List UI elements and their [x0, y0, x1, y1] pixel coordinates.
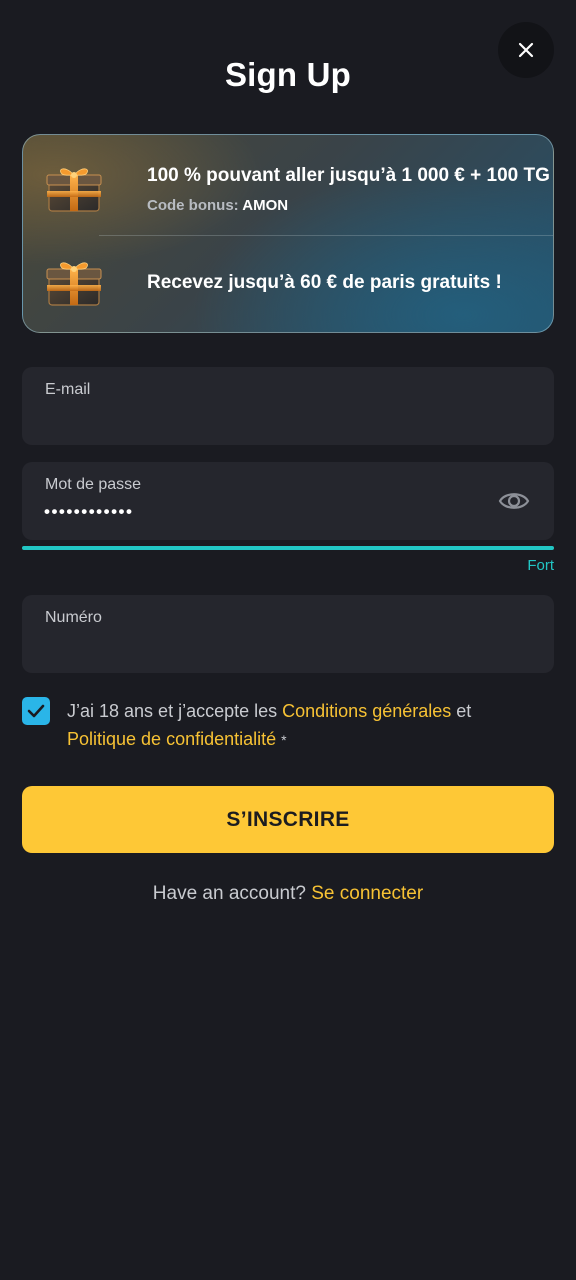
terms-conjunction: et	[456, 701, 472, 721]
terms-text: J’ai 18 ans et j’accepte les Conditions …	[67, 697, 537, 754]
password-field[interactable]: Mot de passe ••••••••••••	[22, 462, 554, 540]
promo-offer-title: 100 % pouvant aller jusqu’à 1 000 € + 10…	[147, 164, 550, 186]
gift-box-icon	[46, 168, 102, 212]
email-label: E-mail	[45, 381, 91, 398]
terms-prefix: J’ai 18 ans et j’accepte les	[67, 701, 278, 721]
signup-submit-button[interactable]: S’INSCRIRE	[22, 786, 554, 853]
promo-offer-title: Recevez jusqu’à 60 € de paris gratuits !	[147, 272, 502, 293]
gift-box-icon	[46, 262, 102, 306]
email-field[interactable]: E-mail	[22, 367, 554, 445]
password-strength-label: Fort	[527, 557, 554, 574]
promo-banner: 100 % pouvant aller jusqu’à 1 000 € + 10…	[22, 134, 554, 333]
phone-input[interactable]	[45, 633, 485, 659]
promo-divider	[99, 235, 553, 236]
bonus-code-label: Code bonus:	[147, 196, 239, 214]
promo-offer-welcome-bonus: 100 % pouvant aller jusqu’à 1 000 € + 10…	[45, 163, 550, 215]
privacy-link[interactable]: Politique de confidentialité	[67, 729, 276, 749]
login-question: Have an account?	[152, 883, 306, 904]
password-input[interactable]: ••••••••••••	[44, 502, 133, 522]
conditions-link[interactable]: Conditions générales	[282, 701, 451, 721]
promo-offer-text-block: Recevez jusqu’à 60 € de paris gratuits !	[147, 272, 502, 294]
bonus-code-value: AMON	[242, 196, 289, 214]
bonus-code-line: Code bonus: AMON	[147, 197, 550, 214]
checkmark-icon	[27, 704, 45, 718]
required-mark: *	[281, 732, 287, 748]
promo-offer-text-block: 100 % pouvant aller jusqu’à 1 000 € + 10…	[147, 165, 550, 214]
login-prompt: Have an account? Se connecter	[0, 883, 576, 905]
password-strength-bar	[22, 546, 554, 550]
terms-checkbox[interactable]	[22, 697, 50, 725]
login-link[interactable]: Se connecter	[311, 883, 423, 904]
phone-field[interactable]: Numéro	[22, 595, 554, 673]
page-title: Sign Up	[224, 56, 352, 93]
phone-label: Numéro	[45, 609, 102, 626]
eye-icon[interactable]	[498, 487, 530, 515]
promo-offer-free-bets: Recevez jusqu’à 60 € de paris gratuits !	[45, 257, 533, 309]
password-label: Mot de passe	[45, 476, 142, 493]
email-input[interactable]	[45, 405, 485, 431]
